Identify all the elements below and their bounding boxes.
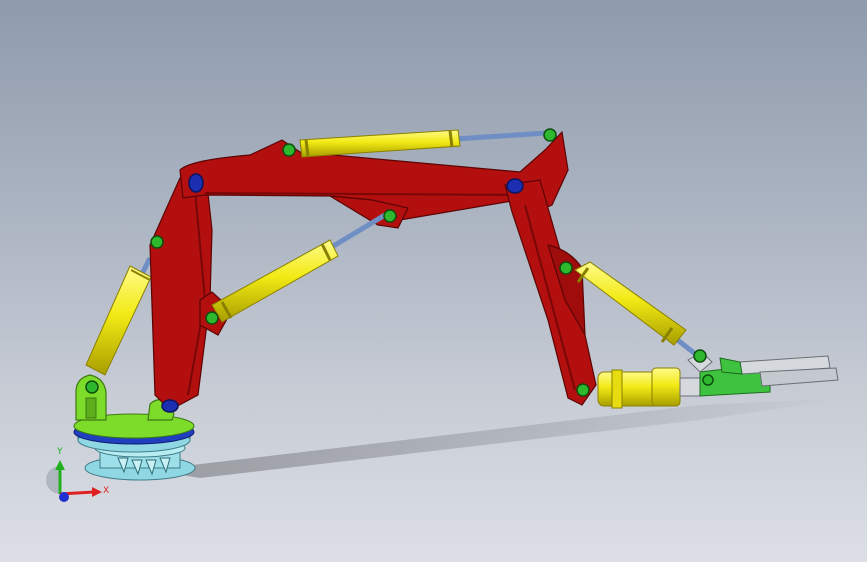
right-wrist-cylinder[interactable]: [574, 261, 700, 358]
cad-viewport[interactable]: X Y: [0, 0, 867, 562]
pin-blue: [161, 399, 179, 413]
pin: [693, 349, 707, 363]
z-axis-dot: [59, 492, 69, 502]
gripper-assembly[interactable]: [597, 351, 839, 409]
pin-blue: [188, 173, 204, 193]
pin: [559, 261, 573, 275]
pin: [150, 235, 164, 249]
pin: [205, 311, 219, 325]
lift-cylinder-left[interactable]: [85, 256, 153, 376]
pin: [576, 383, 590, 397]
pin: [543, 128, 557, 142]
x-axis-label: X: [103, 486, 109, 496]
pin: [85, 380, 99, 394]
pin-blue: [506, 178, 524, 194]
pin: [702, 374, 714, 386]
main-boom-frame[interactable]: [149, 130, 597, 411]
left-upright-link: [149, 174, 213, 411]
top-cylinder[interactable]: [299, 129, 547, 158]
assembly-scene[interactable]: X Y: [0, 0, 867, 562]
middle-diagonal-cylinder[interactable]: [211, 212, 387, 323]
floor-shadow: [150, 398, 850, 478]
pin: [383, 209, 397, 223]
y-axis-label: Y: [56, 447, 63, 457]
pin: [282, 143, 296, 157]
